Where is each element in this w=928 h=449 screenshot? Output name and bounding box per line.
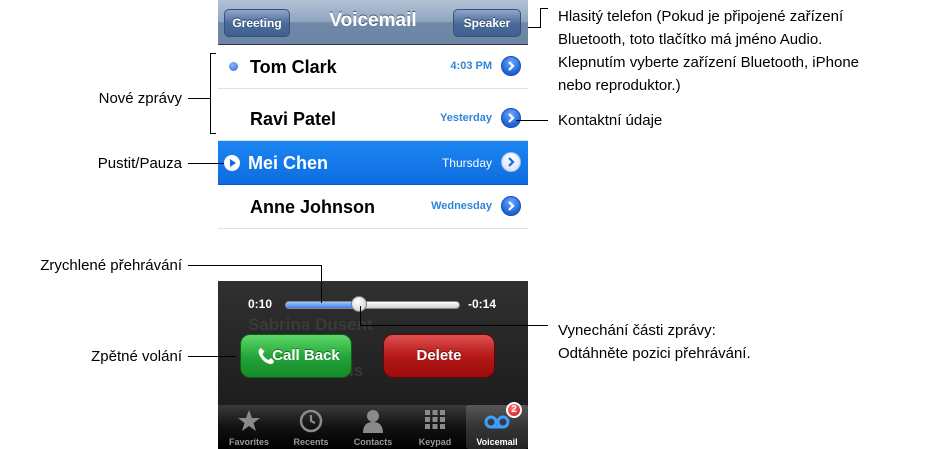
tab-label: Contacts (353, 437, 393, 447)
call-back-button[interactable]: Call Back (240, 334, 352, 378)
callout-contact: Kontaktní údaje (558, 112, 663, 129)
new-message-dot-icon (229, 62, 238, 71)
callout-speaker-line: Hlasitý telefon (Pokud je připojené zaří… (558, 8, 844, 25)
navigation-bar: Greeting Voicemail Speaker (218, 0, 528, 45)
callout-line-contact (516, 120, 548, 121)
contact-details-icon[interactable] (501, 196, 521, 216)
callout-skip: Vynechání části zprávy: Odtáhněte pozici… (558, 319, 751, 365)
message-time: Thursday (441, 156, 492, 170)
speaker-button[interactable]: Speaker (453, 9, 521, 37)
tab-label: Keypad (418, 437, 452, 447)
keypad-icon (425, 410, 445, 429)
voicemail-row-anne-johnson[interactable]: Anne Johnson Wednesday (218, 185, 528, 229)
callout-play-pause: Pustit/Pauza (97, 155, 182, 172)
callout-line-speaker (540, 8, 548, 9)
callout-speaker: Hlasitý telefon (Pokud je připojené zaří… (558, 5, 859, 97)
voicemail-row-tom-clark[interactable]: Tom Clark 4:03 PM (218, 45, 528, 89)
tab-favorites[interactable]: Favorites (218, 405, 280, 449)
call-back-label: Call Back (272, 347, 340, 364)
scrubber-track[interactable] (285, 301, 460, 309)
playhead-handle[interactable] (350, 296, 367, 312)
tab-label: Favorites (228, 437, 270, 447)
callout-line-speaker (528, 27, 540, 28)
callout-line-skip (360, 306, 361, 326)
contact-details-icon[interactable] (501, 108, 521, 128)
callout-speaker-line: Bluetooth, toto tlačítko má jméno Audio. (558, 31, 823, 48)
callout-skip-line: Odtáhněte pozici přehrávání. (558, 345, 751, 362)
caller-name: Anne Johnson (250, 197, 375, 217)
callout-scrub: Zrychlené přehrávání (40, 257, 182, 274)
callout-line-speaker (540, 8, 541, 28)
tab-bar: Favorites Recents Contacts Keypad 2 Voic… (218, 402, 528, 449)
person-icon (363, 410, 383, 433)
tab-voicemail[interactable]: 2 Voicemail (466, 402, 528, 449)
playback-panel: Sabrina Dusent Donna Dubois 0:10 -0:14 C… (218, 281, 528, 405)
star-icon (238, 410, 260, 431)
tab-contacts[interactable]: Contacts (342, 405, 404, 449)
elapsed-time: 0:10 (248, 297, 273, 311)
callout-new-messages: Nové zprávy (98, 90, 182, 107)
callout-line-play (188, 163, 224, 164)
page-title: Voicemail (329, 10, 417, 31)
callout-callback: Zpětné volání (91, 348, 182, 365)
caller-name: Tom Clark (250, 57, 337, 77)
phone-icon (258, 348, 274, 365)
iphone-voicemail-screen: Greeting Voicemail Speaker Tom Clark 4:0… (218, 0, 528, 449)
callout-line-new (188, 98, 210, 99)
caller-name: Mei Chen (248, 153, 329, 173)
delete-button[interactable]: Delete (383, 334, 495, 378)
clock-icon (299, 409, 323, 433)
tab-recents[interactable]: Recents (280, 405, 342, 449)
callout-line-callback (188, 356, 236, 357)
tab-keypad[interactable]: Keypad (404, 405, 466, 449)
tab-label: Voicemail (476, 437, 518, 447)
message-time: 4:03 PM (450, 60, 492, 72)
play-pause-icon[interactable] (224, 155, 240, 171)
callout-speaker-line: nebo reproduktor.) (558, 77, 681, 94)
callout-line-scrub (321, 265, 322, 303)
tab-label: Recents (293, 437, 329, 447)
voicemail-row-mei-chen[interactable]: Mei Chen Thursday (218, 141, 528, 185)
contact-details-icon[interactable] (501, 152, 521, 172)
callout-speaker-line: Klepnutím vyberte zařízení Bluetooth, iP… (558, 54, 860, 71)
remaining-time: -0:14 (468, 297, 497, 311)
voicemail-row-ravi-patel[interactable]: Ravi Patel Yesterday (218, 97, 528, 141)
list-item: Sabrina Dusent (248, 315, 373, 334)
callout-line-skip (360, 325, 548, 326)
scrubber-progress (286, 302, 359, 308)
caller-name: Ravi Patel (250, 109, 337, 129)
message-time: Wednesday (431, 200, 492, 212)
callout-line-scrub (188, 265, 321, 266)
callout-skip-line: Vynechání části zprávy: (558, 322, 716, 339)
greeting-button[interactable]: Greeting (224, 9, 290, 37)
message-time: Yesterday (440, 112, 492, 124)
unread-badge: 2 (506, 402, 522, 418)
callout-bracket-new (210, 53, 216, 54)
callout-bracket-new (210, 133, 216, 134)
contact-details-icon[interactable] (501, 56, 521, 76)
callout-bracket-new (210, 53, 211, 133)
